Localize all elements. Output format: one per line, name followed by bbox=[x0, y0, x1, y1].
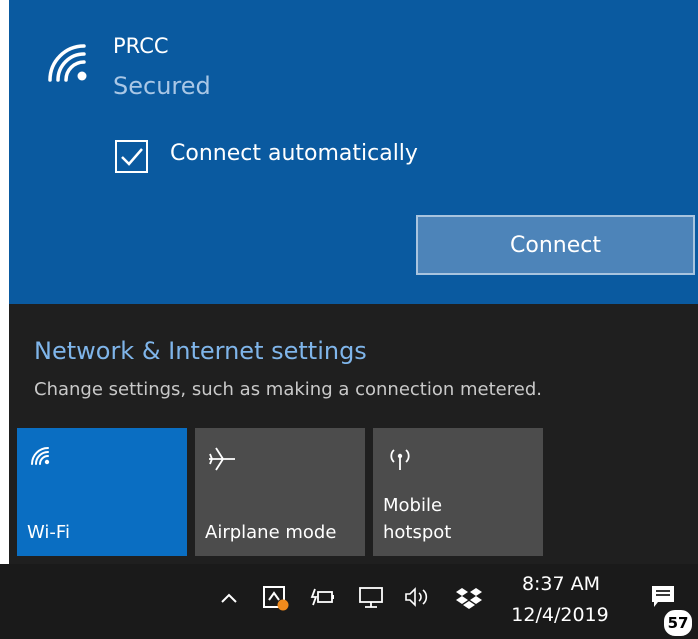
wifi-icon bbox=[31, 447, 50, 465]
connect-button[interactable]: Connect bbox=[416, 215, 695, 275]
network-settings-description: Change settings, such as making a connec… bbox=[34, 379, 542, 400]
network-status: Secured bbox=[113, 72, 211, 100]
network-list-item[interactable]: PRCC Secured Connect automatically Conne… bbox=[9, 0, 698, 304]
network-flyout: PRCC Secured Connect automatically Conne… bbox=[9, 0, 698, 564]
action-center-icon[interactable] bbox=[650, 584, 676, 610]
auto-connect-label[interactable]: Connect automatically bbox=[170, 141, 418, 166]
volume-icon[interactable] bbox=[404, 586, 432, 608]
notification-count-badge: 57 bbox=[662, 608, 694, 638]
airplane-icon bbox=[209, 447, 235, 471]
network-name: PRCC bbox=[113, 34, 169, 58]
auto-connect-checkbox[interactable] bbox=[115, 140, 148, 173]
airplane-mode-tile[interactable]: Airplane mode bbox=[195, 428, 365, 556]
battery-icon[interactable] bbox=[306, 586, 336, 608]
clock-date[interactable]: 12/4/2019 bbox=[505, 604, 615, 626]
chevron-up-icon[interactable] bbox=[220, 592, 238, 604]
app-tray-icon[interactable] bbox=[262, 584, 290, 612]
clock-time[interactable]: 8:37 AM bbox=[511, 573, 611, 595]
dropbox-icon[interactable] bbox=[455, 586, 483, 610]
wifi-tile-label: Wi-Fi bbox=[27, 522, 70, 543]
hotspot-icon bbox=[390, 449, 410, 470]
mobile-hotspot-tile-label: Mobile hotspot bbox=[383, 495, 452, 543]
mobile-hotspot-tile[interactable]: Mobile hotspot bbox=[373, 428, 543, 556]
network-icon[interactable] bbox=[358, 586, 386, 610]
checkmark-icon bbox=[121, 148, 143, 166]
wifi-icon bbox=[48, 44, 87, 82]
network-settings-link[interactable]: Network & Internet settings bbox=[34, 337, 367, 365]
airplane-mode-tile-label: Airplane mode bbox=[205, 522, 337, 543]
taskbar: 8:37 AM 12/4/2019 57 bbox=[0, 564, 698, 639]
wifi-tile[interactable]: Wi-Fi bbox=[17, 428, 187, 556]
